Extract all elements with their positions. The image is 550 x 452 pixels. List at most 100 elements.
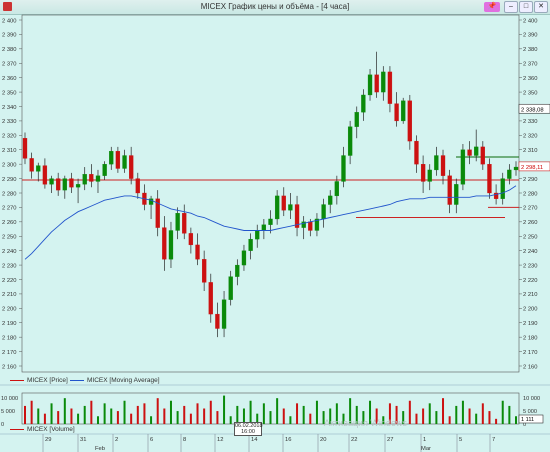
legend-volume-swatch <box>10 428 24 430</box>
volume-bar <box>422 408 425 424</box>
price-badge-upper: 2 338,08 <box>521 107 544 113</box>
volume-tick-label-left: 5 000 <box>1 409 15 415</box>
volume-bar <box>289 416 292 424</box>
y-tick-label-left: 2 250 <box>2 235 17 241</box>
candle-body <box>374 74 379 93</box>
y-tick-label-left: 2 350 <box>2 90 17 96</box>
candle-body <box>361 94 366 113</box>
y-tick-label-left: 2 170 <box>2 350 17 356</box>
candle-body <box>215 313 220 329</box>
month-label: Mar <box>421 446 431 452</box>
y-tick-label-left: 2 260 <box>2 220 17 226</box>
volume-bar <box>435 411 438 424</box>
volume-bar <box>296 403 299 424</box>
crosshair-time: 16:00 <box>241 429 255 435</box>
candle-body <box>135 178 140 194</box>
volume-bar <box>501 400 504 424</box>
volume-bar <box>183 405 186 424</box>
candle-body <box>175 213 180 231</box>
y-tick-label-left: 2 230 <box>2 263 17 269</box>
y-tick-label-right: 2 400 <box>523 18 538 24</box>
candle-body <box>434 155 439 171</box>
date-tick-label: 16 <box>285 437 291 443</box>
volume-tick-label-left: 0 <box>1 422 4 428</box>
crosshair-date-tag: 06.02.2018 16:00 <box>234 422 263 436</box>
candle-body <box>36 165 41 172</box>
candle-body <box>221 299 227 329</box>
date-tick-label: 20 <box>320 437 326 443</box>
candle-body <box>354 112 359 127</box>
volume-bar <box>216 411 219 424</box>
candle-body <box>208 282 213 315</box>
y-tick-label-left: 2 160 <box>2 364 17 370</box>
volume-bar <box>475 413 478 424</box>
candle-body <box>381 71 386 93</box>
volume-tick-label-right: 5 000 <box>523 409 537 415</box>
candle-body <box>308 221 313 231</box>
volume-bar <box>90 400 93 424</box>
y-tick-label-right: 2 210 <box>523 292 538 298</box>
volume-bar <box>269 411 272 424</box>
candle-body <box>334 181 340 197</box>
candle-body <box>407 100 412 142</box>
price-badge-current: 2 298,11 <box>521 165 543 171</box>
candle-body <box>427 169 432 182</box>
volume-bar <box>229 416 232 424</box>
volume-bar <box>50 403 53 424</box>
candle-body <box>42 165 48 185</box>
volume-bar <box>415 413 418 424</box>
candle-body <box>109 151 114 165</box>
candle-body <box>500 178 505 199</box>
candle-body <box>288 204 293 211</box>
volume-bar <box>96 416 99 424</box>
volume-bar <box>37 408 40 424</box>
y-tick-label-right: 2 270 <box>523 206 538 212</box>
date-tick-label: 6 <box>150 437 153 443</box>
date-tick-label: 12 <box>217 437 223 443</box>
y-tick-label-left: 2 210 <box>2 292 17 298</box>
legend-price: MICEX [Price] <box>10 376 68 385</box>
volume-bar <box>83 405 86 424</box>
y-tick-label-right: 2 320 <box>523 134 538 140</box>
volume-bar <box>189 413 192 424</box>
volume-bar <box>110 408 113 424</box>
volume-badge: 1 111 <box>521 417 534 423</box>
y-tick-label-right: 2 290 <box>523 177 538 183</box>
volume-bar <box>63 398 66 424</box>
volume-bar <box>515 416 517 424</box>
volume-bar <box>130 413 133 424</box>
volume-bar <box>442 398 445 424</box>
volume-bar <box>428 403 431 424</box>
volume-bar <box>209 400 212 424</box>
y-tick-label-right: 2 170 <box>523 350 538 356</box>
volume-bar <box>103 403 106 424</box>
y-tick-label-right: 2 230 <box>523 263 538 269</box>
volume-bar <box>408 400 411 424</box>
legend-price-swatch <box>10 379 24 381</box>
volume-bar <box>276 398 279 424</box>
candle-body <box>82 174 87 185</box>
date-tick-label: 5 <box>459 437 462 443</box>
candle-body <box>115 151 121 169</box>
date-tick-label: 27 <box>387 437 393 443</box>
date-tick-label: 7 <box>492 437 495 443</box>
volume-bar <box>156 398 159 424</box>
legend-ma-label: MICEX [Moving Average] <box>87 377 160 384</box>
y-tick-label-right: 2 310 <box>523 148 538 154</box>
candle-body <box>255 230 260 240</box>
y-tick-label-left: 2 380 <box>2 47 17 53</box>
y-tick-label-right: 2 370 <box>523 62 538 68</box>
volume-bar <box>302 405 305 424</box>
legend-volume-label: MICEX [Volume] <box>27 426 75 433</box>
candle-body <box>414 140 419 165</box>
volume-bar <box>30 400 33 424</box>
price-panel-frame <box>21 14 520 373</box>
candle-body <box>467 149 472 156</box>
y-tick-label-left: 2 240 <box>2 249 17 255</box>
candle-body <box>341 155 346 182</box>
candle-body <box>487 164 492 194</box>
y-tick-label-right: 2 240 <box>523 249 538 255</box>
y-tick-label-right: 2 260 <box>523 220 538 226</box>
candle-body <box>89 174 94 182</box>
y-tick-label-right: 2 180 <box>523 335 538 341</box>
